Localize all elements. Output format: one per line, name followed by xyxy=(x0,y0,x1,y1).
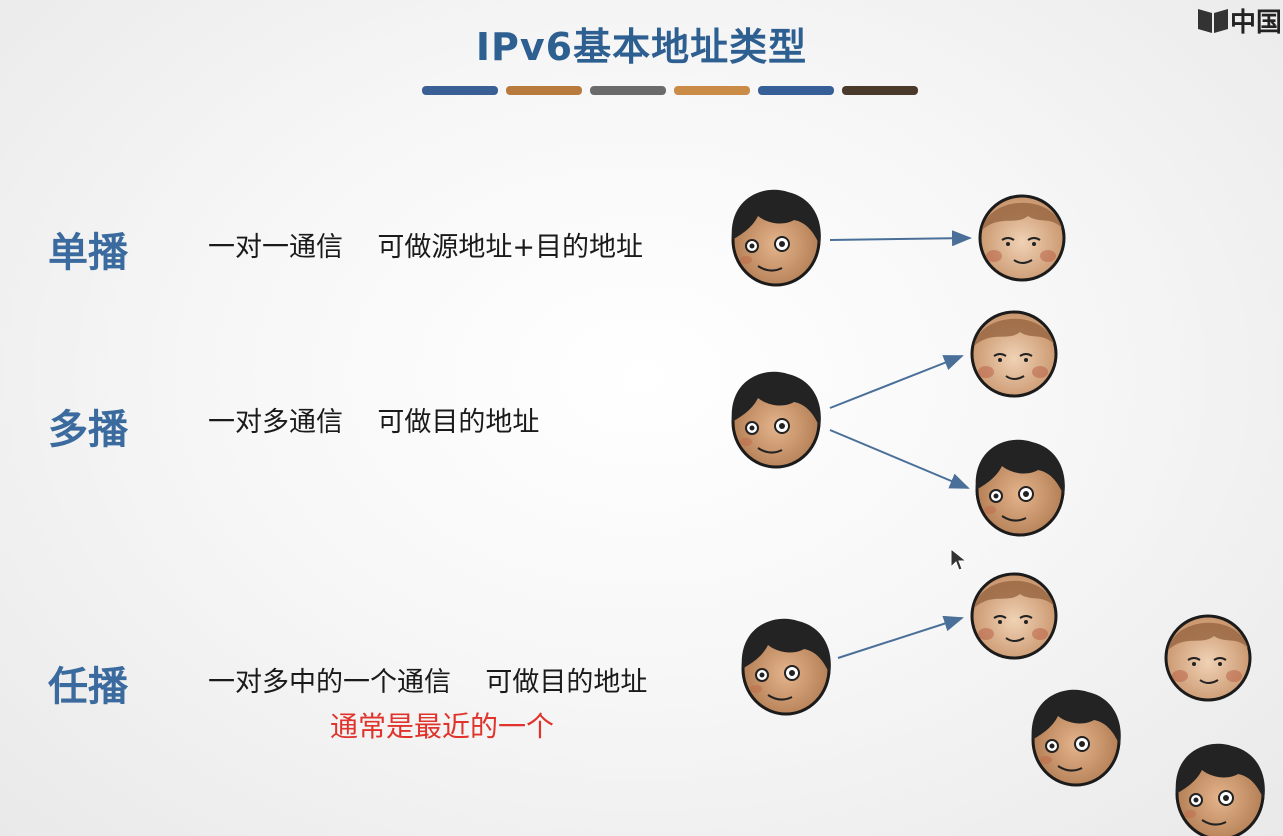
receiver-light-person-icon xyxy=(978,194,1066,282)
unicast-arrow xyxy=(829,230,972,247)
diagram-scene xyxy=(730,188,1267,836)
receiver-light-person-icon xyxy=(970,310,1058,398)
group-dark-person-icon xyxy=(1174,742,1267,836)
multicast-arrow-down xyxy=(829,429,970,489)
anycast-arrow xyxy=(837,615,964,659)
sender-dark-person-icon xyxy=(740,617,833,716)
sender-dark-person-icon xyxy=(730,188,823,287)
sender-dark-person-icon xyxy=(730,370,823,469)
mouse-cursor-icon xyxy=(950,548,968,571)
receiver-dark-person-icon xyxy=(974,438,1067,537)
receiver-light-person-icon xyxy=(970,572,1058,660)
multicast-arrow-up xyxy=(829,355,964,409)
group-light-person-icon xyxy=(1164,614,1252,702)
group-dark-person-icon xyxy=(1030,688,1123,787)
